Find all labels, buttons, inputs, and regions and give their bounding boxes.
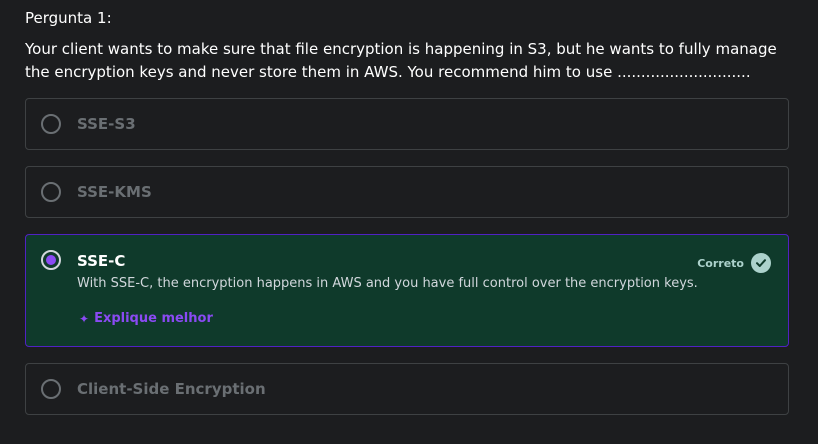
question-text: Your client wants to make sure that file…	[25, 40, 777, 81]
sparkle-icon: ✦	[79, 311, 90, 326]
answer-label: SSE-S3	[77, 115, 136, 133]
answer-label: SSE-C	[77, 252, 126, 270]
check-circle-icon	[751, 253, 771, 273]
radio-button-selected[interactable]	[41, 250, 61, 270]
correct-badge: Correto	[697, 253, 771, 273]
answer-label: SSE-KMS	[77, 183, 152, 201]
explain-more-label: Explique melhor	[94, 311, 213, 326]
correct-status: Correto	[697, 256, 744, 270]
radio-button[interactable]	[41, 182, 61, 202]
radio-button[interactable]	[41, 114, 61, 134]
answer-option-sse-s3[interactable]: SSE-S3	[25, 98, 789, 150]
radio-dot	[46, 255, 56, 265]
answer-label: Client-Side Encryption	[77, 380, 266, 398]
explain-more-link[interactable]: ✦ Explique melhor	[79, 311, 213, 326]
radio-button[interactable]	[41, 379, 61, 399]
answer-option-sse-c[interactable]: SSE-C Correto With SSE-C, the encryption…	[25, 234, 789, 347]
question-number: Pergunta 1:	[25, 9, 112, 27]
quiz-question-panel: Pergunta 1: Your client wants to make su…	[0, 0, 818, 444]
answer-option-client-side-encryption[interactable]: Client-Side Encryption	[25, 363, 789, 415]
answer-explanation: With SSE-C, the encryption happens in AW…	[77, 276, 698, 291]
answer-option-sse-kms[interactable]: SSE-KMS	[25, 166, 789, 218]
